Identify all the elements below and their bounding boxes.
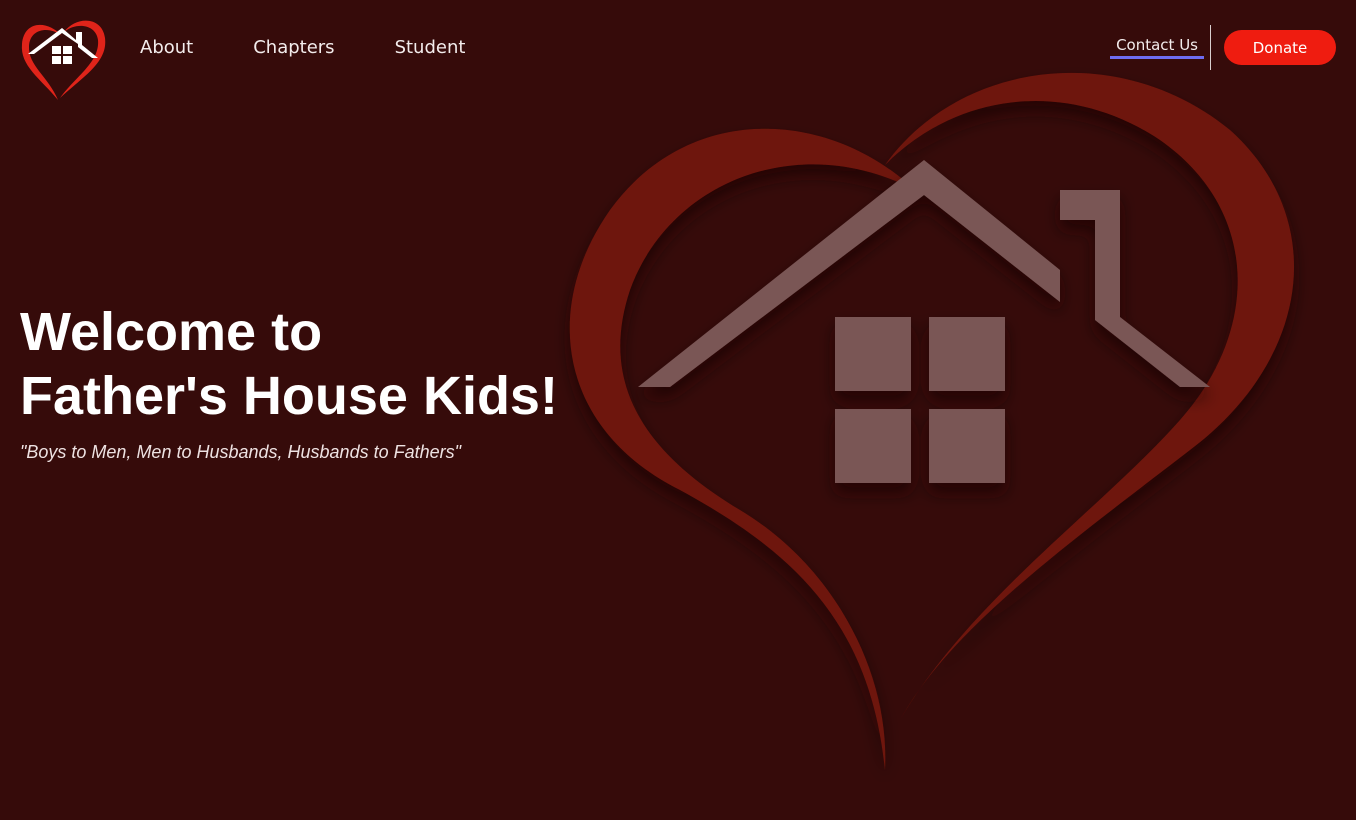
header-divider	[1210, 25, 1211, 70]
nav-student[interactable]: Student	[395, 34, 466, 62]
header-actions: Contact Us Donate	[1110, 25, 1336, 70]
hero-tagline: "Boys to Men, Men to Husbands, Husbands …	[20, 442, 461, 462]
nav-chapters[interactable]: Chapters	[253, 34, 334, 62]
hero-title-line1: Welcome to	[20, 302, 323, 362]
page: About Chapters Student Contact Us Donate…	[0, 0, 1356, 820]
hero-title-line2: Father's House Kids!	[20, 366, 558, 426]
donate-button[interactable]: Donate	[1224, 30, 1336, 65]
heart-house-illustration	[540, 40, 1340, 800]
nav-about[interactable]: About	[140, 34, 193, 62]
hero-section: Welcome to Father's House Kids! "Boys to…	[20, 300, 600, 463]
hero-title: Welcome to Father's House Kids!	[20, 300, 600, 428]
main-nav: About Chapters Student	[140, 34, 465, 62]
logo-icon[interactable]	[18, 14, 110, 104]
contact-us-link[interactable]: Contact Us	[1110, 36, 1204, 59]
